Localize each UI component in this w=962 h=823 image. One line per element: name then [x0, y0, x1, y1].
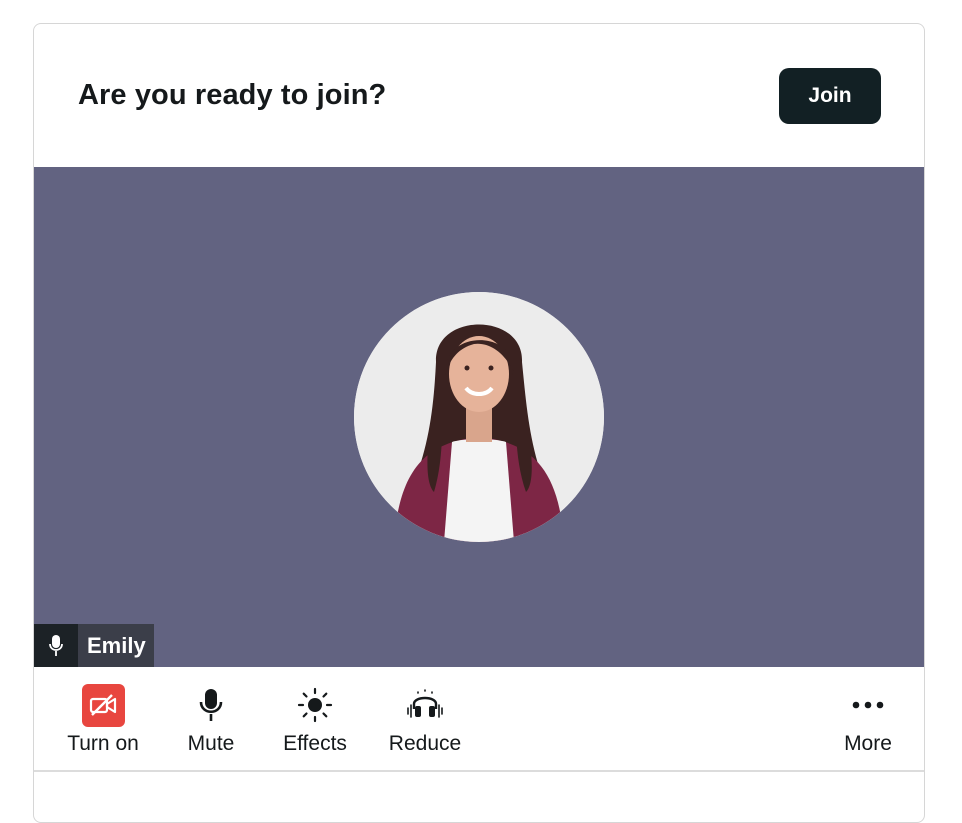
microphone-icon — [199, 681, 223, 729]
mute-label: Mute — [187, 732, 235, 755]
turn-on-camera-button[interactable]: Turn on — [64, 667, 142, 767]
avatar — [354, 292, 604, 542]
turn-on-label: Turn on — [67, 732, 139, 755]
effects-label: Effects — [283, 732, 347, 755]
preview-toolbar: Turn on Mute Effects Reduce More — [34, 667, 924, 772]
video-preview: Emily — [34, 167, 924, 667]
effects-button[interactable]: Effects — [279, 667, 351, 767]
page-title: Are you ready to join? — [78, 79, 387, 111]
prejoin-card: Are you ready to join? Join Emily Turn o… — [33, 23, 925, 823]
participant-name: Emily — [78, 624, 154, 667]
more-button[interactable]: More — [838, 667, 898, 767]
mute-button[interactable]: Mute — [181, 667, 241, 767]
participant-name-tag: Emily — [34, 624, 154, 667]
noise-reduction-icon — [405, 681, 445, 729]
effects-icon — [297, 681, 333, 729]
camera-off-icon — [81, 683, 125, 727]
more-icon — [852, 681, 884, 729]
join-button[interactable]: Join — [779, 68, 881, 124]
prejoin-header: Are you ready to join? Join — [34, 24, 924, 167]
avatar-photo — [354, 292, 604, 542]
reduce-label: Reduce — [388, 732, 462, 755]
reduce-noise-button[interactable]: Reduce — [385, 667, 465, 767]
more-label: More — [844, 732, 892, 755]
mic-status-icon — [34, 624, 78, 667]
